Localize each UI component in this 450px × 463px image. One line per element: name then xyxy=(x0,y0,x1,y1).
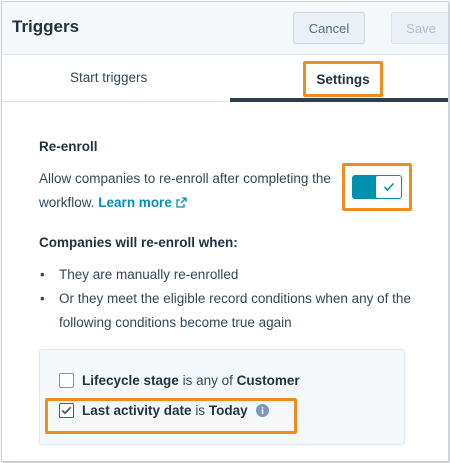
panel-header: Triggers Cancel Save xyxy=(2,2,448,55)
panel-title: Triggers xyxy=(12,17,80,36)
tab-start-triggers[interactable]: Start triggers xyxy=(70,70,147,85)
external-link-icon xyxy=(176,197,187,208)
condition-value: Customer xyxy=(236,373,300,388)
save-button[interactable]: Save xyxy=(391,12,448,44)
trigger-tabs: Start triggers Settings xyxy=(2,55,448,103)
reenroll-description: Allow companies to re-enroll after compl… xyxy=(39,167,349,215)
checkmark-icon xyxy=(61,406,72,415)
condition-row-last-activity-date[interactable]: Last activity date is Today xyxy=(59,403,269,418)
learn-more-link[interactable]: Learn more xyxy=(98,195,187,210)
last-activity-date-checkbox[interactable] xyxy=(59,403,74,418)
tab-settings[interactable]: Settings xyxy=(303,61,383,97)
reenroll-toggle[interactable] xyxy=(352,175,402,199)
list-item: They are manually re-enrolled xyxy=(39,263,419,287)
tab-settings-label: Settings xyxy=(316,71,370,87)
condition-row-lifecycle-stage[interactable]: Lifecycle stage is any of Customer xyxy=(59,373,300,388)
reenroll-heading: Re-enroll xyxy=(39,139,98,154)
conditions-bullet-list: They are manually re-enrolled Or they me… xyxy=(39,263,419,335)
conditions-heading: Companies will re-enroll when: xyxy=(39,235,238,250)
list-item: Or they meet the eligible record conditi… xyxy=(39,287,419,335)
workflow-triggers-panel: Triggers Cancel Save Start triggers Sett… xyxy=(1,1,449,462)
checkmark-icon xyxy=(383,182,394,192)
info-icon[interactable] xyxy=(255,404,269,417)
condition-operator: is xyxy=(195,403,206,418)
cancel-button[interactable]: Cancel xyxy=(293,12,365,44)
condition-property: Lifecycle stage xyxy=(82,373,179,388)
condition-property: Last activity date xyxy=(82,403,192,418)
condition-value: Today xyxy=(208,403,248,418)
condition-operator: is any of xyxy=(182,373,233,388)
toggle-knob xyxy=(376,176,401,198)
active-tab-indicator xyxy=(230,98,448,102)
lifecycle-stage-checkbox[interactable] xyxy=(59,373,74,388)
